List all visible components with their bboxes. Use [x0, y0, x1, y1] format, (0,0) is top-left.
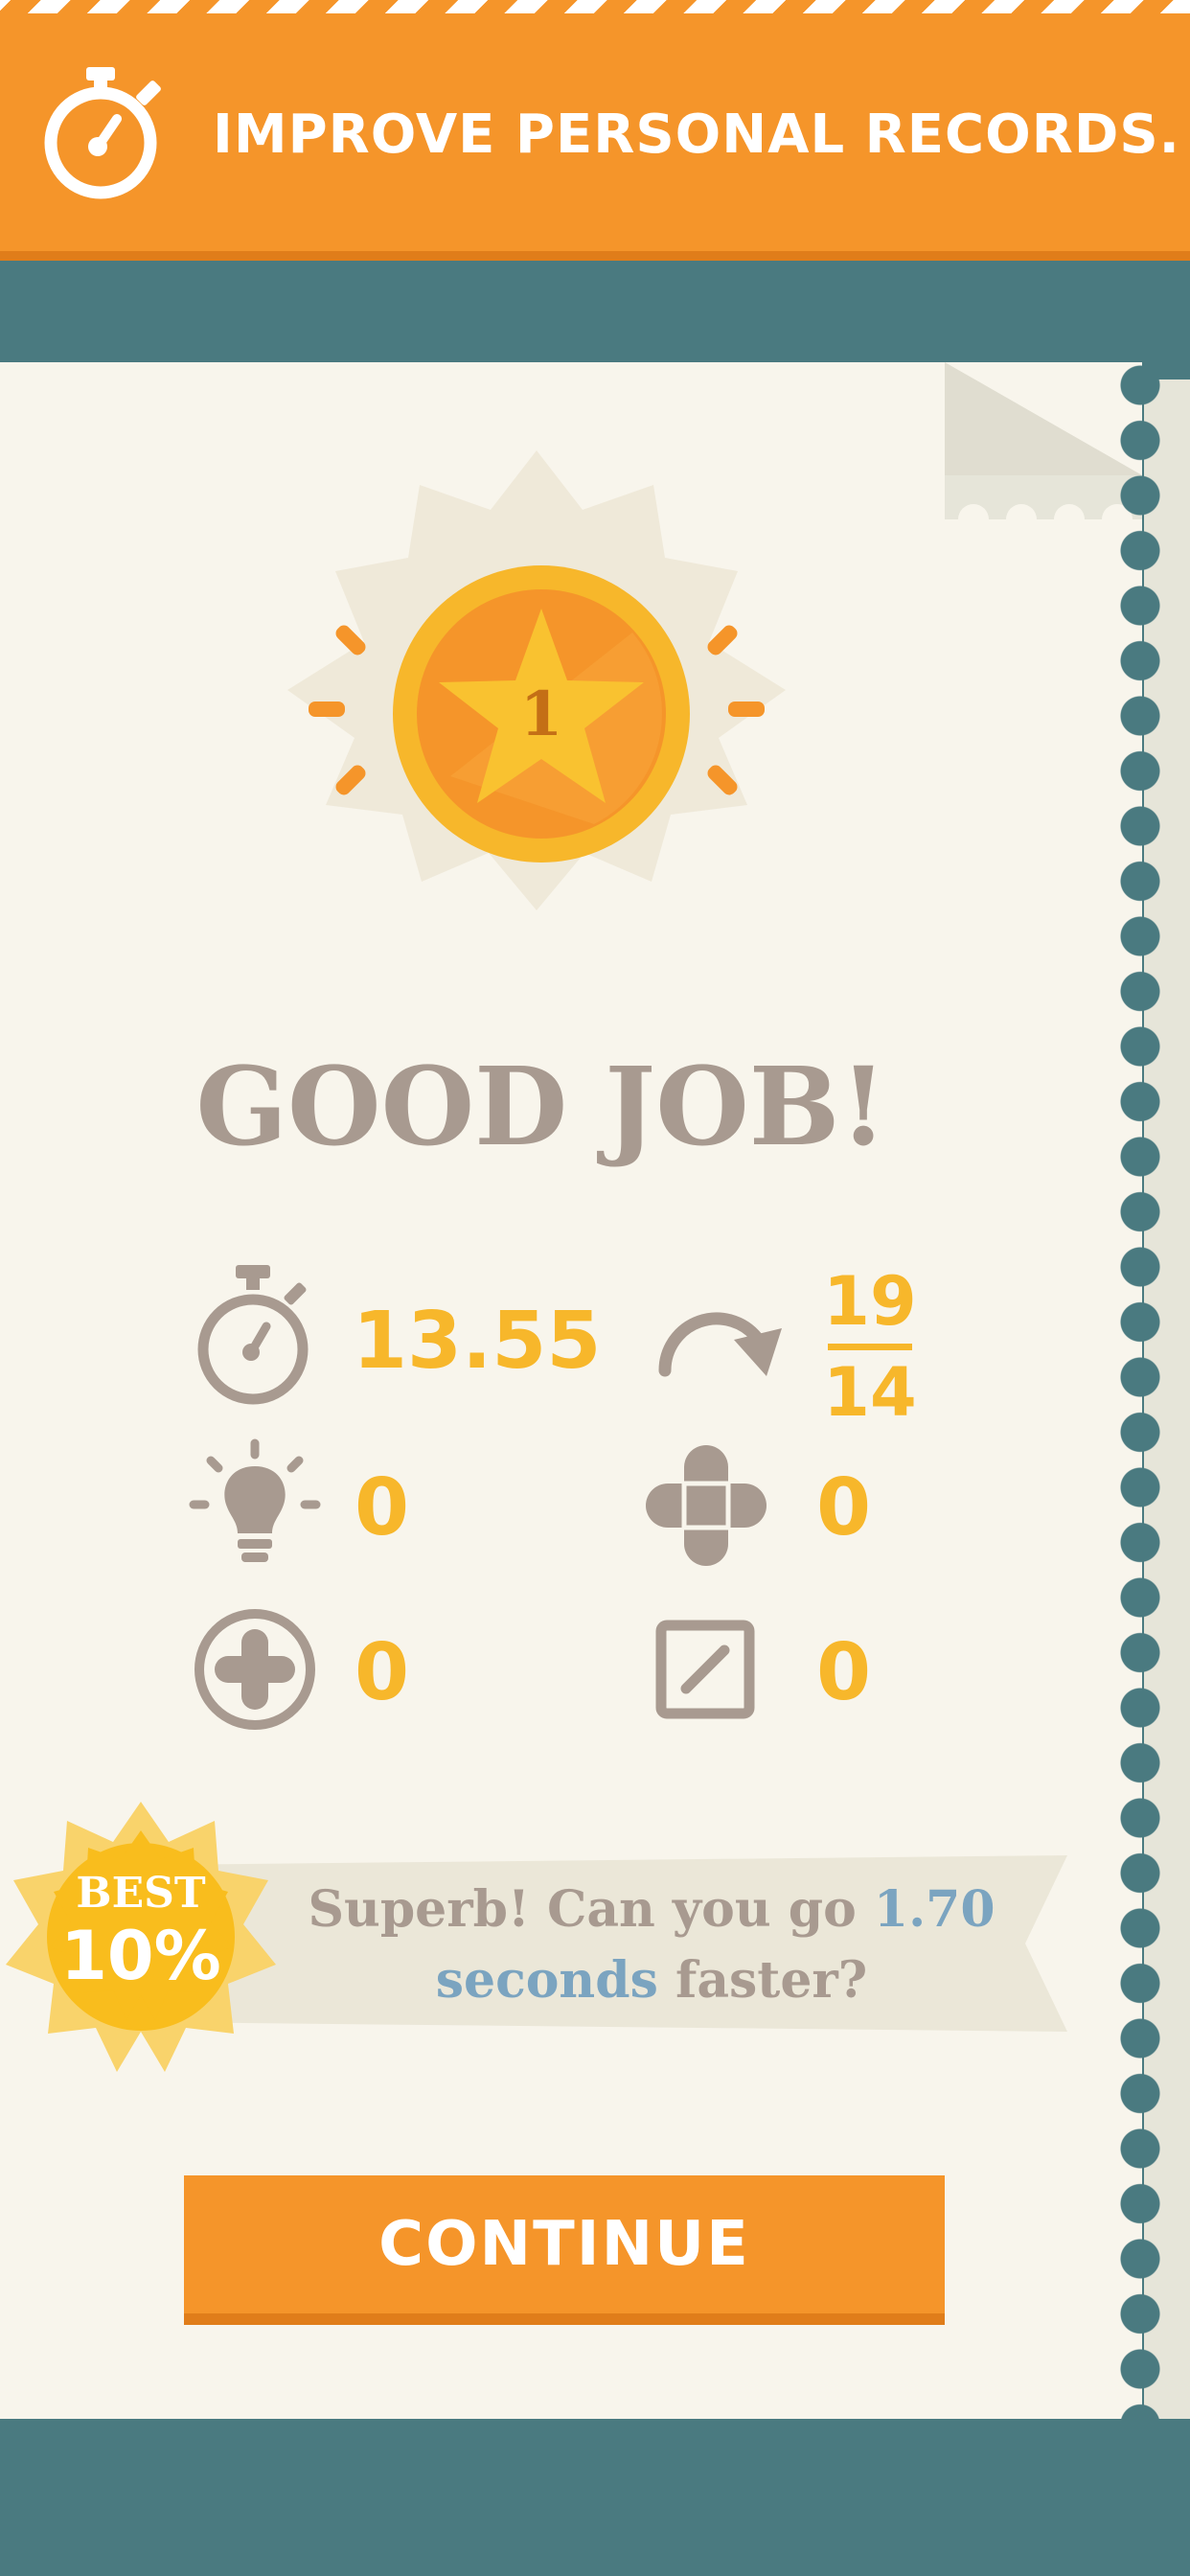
folded-corner [945, 362, 1142, 519]
result-title: GOOD JOB! [195, 1045, 887, 1170]
cross-puzzle-icon [646, 1445, 767, 1566]
moves-current: 19 [823, 1262, 917, 1341]
plus-circle-icon [195, 1609, 315, 1730]
gold-star-medal-icon: 1 [287, 450, 786, 910]
best-message: Superb! Can you go 1.70 seconds faster? [287, 1874, 1016, 2016]
banner-stripes [0, 0, 1190, 13]
stopwatch-icon [44, 67, 161, 199]
top-banner: IMPROVE PERSONAL RECORDS. [0, 0, 1190, 261]
perforated-edge [1119, 362, 1190, 2419]
message-suffix: faster? [657, 1951, 868, 2010]
lightbulb-icon [189, 1438, 321, 1562]
message-seconds: seconds [435, 1951, 658, 2010]
message-prefix: Superb! Can you go [308, 1880, 874, 1939]
joker-value: 0 [816, 1462, 872, 1553]
edit-value: 0 [816, 1627, 872, 1718]
message-time-diff: 1.70 [873, 1880, 995, 1939]
moves-fraction: 19 14 [822, 1263, 918, 1431]
hints-value: 0 [355, 1462, 410, 1553]
time-value: 13.55 [353, 1296, 602, 1387]
best-percent: 10% [60, 1917, 221, 1995]
moves-best: 14 [823, 1353, 917, 1432]
best-label: BEST [76, 1869, 206, 1918]
banner-text: IMPROVE PERSONAL RECORDS. [213, 104, 1180, 166]
fraction-bar [828, 1344, 912, 1350]
banner-shadow [0, 251, 1190, 261]
add-value: 0 [355, 1627, 410, 1718]
medal-rank: 1 [520, 678, 563, 750]
continue-button[interactable]: CONTINUE [184, 2175, 945, 2325]
redo-arrow-icon [658, 1312, 782, 1377]
perforation-holes [1119, 362, 1161, 2419]
pencil-square-icon [655, 1620, 755, 1719]
stopwatch-icon [197, 1265, 309, 1405]
